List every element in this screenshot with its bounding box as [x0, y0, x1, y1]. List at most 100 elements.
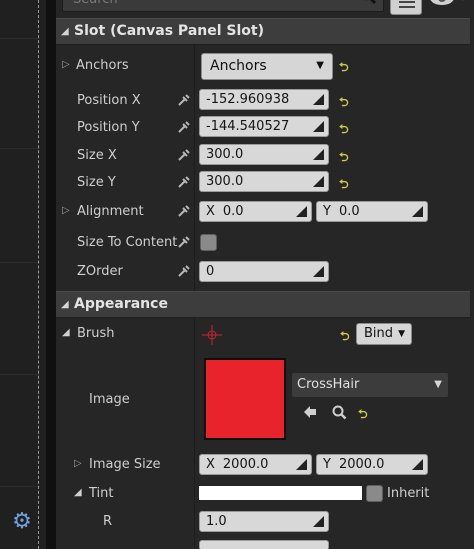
field-value: -144.540527	[206, 119, 290, 134]
row-label: Brush	[77, 326, 115, 341]
magnifier-icon[interactable]	[331, 404, 347, 420]
inherit-checkbox[interactable]	[366, 485, 383, 502]
gear-icon[interactable]: ⚙	[9, 509, 35, 535]
axis-prefix: X	[206, 457, 215, 472]
image-asset-picker[interactable]: CrossHair ▼	[292, 373, 448, 397]
row-label: R	[103, 514, 113, 529]
bind-icon[interactable]	[177, 235, 191, 249]
image-thumbnail[interactable]	[204, 358, 286, 440]
search-icon[interactable]	[359, 0, 377, 5]
drag-handle-icon[interactable]	[296, 206, 307, 217]
expand-icon[interactable]: ▷	[74, 458, 82, 469]
field-value: 1.0	[206, 514, 227, 529]
drag-handle-icon[interactable]	[412, 206, 423, 217]
bind-label: Bind	[364, 326, 394, 341]
grid-line	[0, 486, 40, 487]
drag-handle-icon[interactable]	[313, 266, 324, 277]
collapse-icon[interactable]: ◢	[74, 487, 82, 498]
field-value: 2000.0	[222, 457, 269, 472]
eye-icon[interactable]	[428, 0, 468, 12]
tint-color-swatch[interactable]	[199, 486, 362, 500]
expand-icon[interactable]: ▷	[62, 205, 70, 216]
grid-line	[0, 148, 40, 149]
collapse-icon[interactable]: ◢	[61, 26, 69, 37]
chevron-down-icon: ▼	[434, 379, 442, 390]
row-size-to-content: Size To Content	[56, 230, 470, 257]
bind-icon[interactable]	[177, 120, 191, 134]
reset-arrow-icon[interactable]: ⮌	[339, 120, 349, 141]
expand-icon[interactable]: ▷	[62, 59, 70, 70]
drag-handle-icon[interactable]	[412, 459, 423, 470]
reset-arrow-icon[interactable]: ⮌	[340, 327, 350, 348]
image-size-y-field[interactable]: Y 2000.0	[316, 454, 428, 475]
size-y-field[interactable]: 300.0	[199, 171, 329, 192]
g-field[interactable]	[199, 540, 329, 549]
alignment-x-field[interactable]: X 0.0	[199, 201, 312, 222]
drag-handle-icon[interactable]	[296, 459, 307, 470]
drag-handle-icon[interactable]	[313, 176, 324, 187]
reset-arrow-icon[interactable]: ⮌	[339, 58, 349, 79]
reset-arrow-icon[interactable]: ⮌	[339, 93, 349, 114]
inherit-label: Inherit	[387, 486, 430, 501]
drag-handle-icon[interactable]	[313, 516, 324, 527]
r-field[interactable]: 1.0	[199, 511, 329, 532]
anchors-dropdown[interactable]: Anchors ▼	[201, 53, 333, 80]
section-title: Appearance	[74, 296, 168, 312]
bind-icon[interactable]	[177, 93, 191, 107]
reset-arrow-icon[interactable]: ⮌	[358, 405, 368, 426]
crosshair-icon	[202, 325, 222, 345]
collapse-icon[interactable]: ◢	[62, 327, 70, 338]
field-value: 300.0	[206, 147, 244, 162]
drag-handle-icon[interactable]	[313, 149, 324, 160]
section-appearance[interactable]: ◢ Appearance	[56, 291, 470, 318]
bind-dropdown[interactable]: Bind ▼	[356, 323, 412, 345]
row-label: ZOrder	[77, 264, 123, 279]
grid-line	[0, 38, 40, 39]
details-panel: Search ◢ Slot (Canvas Panel Slot) ▷ Anch…	[56, 0, 474, 549]
field-value: 0.0	[222, 204, 244, 219]
drag-handle-icon[interactable]	[313, 121, 324, 132]
position-y-field[interactable]: -144.540527	[199, 116, 329, 137]
field-value: 2000.0	[338, 457, 385, 472]
chevron-down-icon: ▼	[316, 60, 324, 71]
field-value: 0	[206, 264, 215, 279]
row-label: Size Y	[77, 175, 116, 190]
section-slot[interactable]: ◢ Slot (Canvas Panel Slot)	[56, 18, 470, 45]
row-label: Position Y	[77, 120, 140, 135]
panel-splitter[interactable]	[46, 0, 56, 549]
search-input[interactable]: Search	[62, 0, 384, 12]
collapse-icon[interactable]: ◢	[61, 299, 69, 310]
axis-prefix: Y	[323, 204, 331, 219]
bind-icon[interactable]	[177, 204, 191, 218]
designer-viewport[interactable]: ⚙	[0, 0, 46, 549]
row-label: Position X	[77, 93, 141, 108]
position-x-field[interactable]: -152.960938	[199, 89, 329, 110]
image-size-x-field[interactable]: X 2000.0	[199, 454, 312, 475]
arrow-left-icon[interactable]	[302, 404, 318, 420]
field-value: -152.960938	[206, 92, 290, 107]
grid-line	[0, 374, 40, 375]
row-label: Size To Content	[77, 235, 178, 250]
grid-line	[0, 262, 40, 263]
size-to-content-checkbox[interactable]	[200, 234, 217, 251]
section-title: Slot (Canvas Panel Slot)	[74, 23, 264, 39]
axis-prefix: Y	[323, 457, 331, 472]
axis-prefix: X	[206, 204, 215, 219]
field-value: 300.0	[206, 174, 244, 189]
bind-icon[interactable]	[177, 148, 191, 162]
bind-icon[interactable]	[177, 175, 191, 189]
canvas-boundary	[38, 0, 39, 549]
alignment-y-field[interactable]: Y 0.0	[316, 201, 428, 222]
row-label: Image Size	[89, 457, 161, 472]
view-list-button[interactable]	[390, 0, 422, 15]
anchors-value: Anchors	[210, 58, 267, 74]
drag-handle-icon[interactable]	[313, 94, 324, 105]
asset-name: CrossHair	[297, 377, 360, 392]
search-placeholder: Search	[73, 0, 118, 9]
row-label: Alignment	[77, 204, 144, 219]
size-x-field[interactable]: 300.0	[199, 144, 329, 165]
reset-arrow-icon[interactable]: ⮌	[339, 148, 349, 169]
zorder-field[interactable]: 0	[199, 261, 329, 282]
bind-icon[interactable]	[177, 264, 191, 278]
reset-arrow-icon[interactable]: ⮌	[339, 175, 349, 196]
